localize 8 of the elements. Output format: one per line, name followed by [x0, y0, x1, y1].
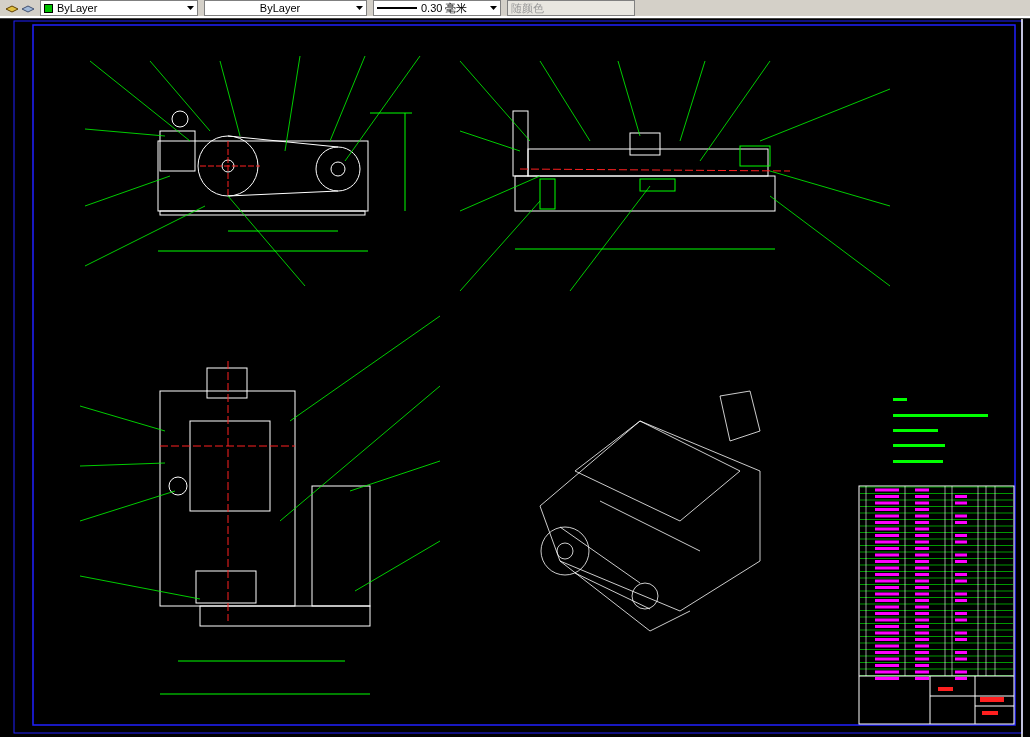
color-swatch-icon [44, 3, 53, 13]
caret-icon [187, 6, 194, 10]
lineweight-combo[interactable]: 0.30 毫米 [373, 0, 501, 16]
linetype-combo[interactable]: ByLayer [204, 0, 367, 16]
caret-icon [490, 6, 497, 10]
color-combo[interactable]: ByLayer [40, 0, 198, 16]
line-sample-icon [377, 6, 417, 10]
caret-icon [356, 6, 363, 10]
